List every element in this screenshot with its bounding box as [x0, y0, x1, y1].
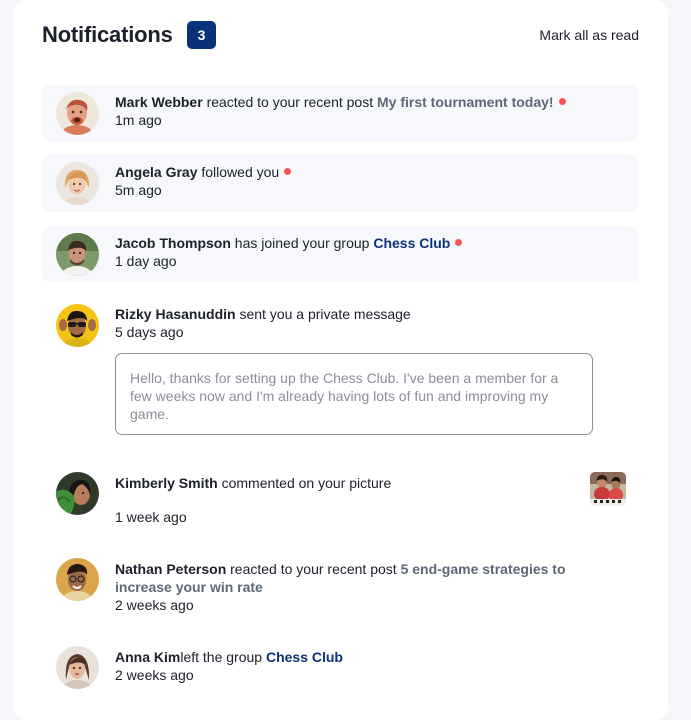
avatar[interactable] — [56, 646, 99, 689]
timestamp: 2 weeks ago — [115, 667, 194, 683]
avatar-photo — [56, 304, 99, 347]
post-link[interactable]: My first tournament today! — [377, 94, 554, 110]
user-name[interactable]: Mark Webber — [115, 94, 203, 110]
notification-body: Angela Gray followed you 5m ago — [115, 163, 292, 199]
timestamp: 1 week ago — [115, 509, 187, 525]
avatar-photo — [56, 92, 99, 135]
group-link[interactable]: Chess Club — [373, 235, 450, 251]
avatar-photo — [56, 472, 99, 515]
mark-all-read-button[interactable]: Mark all as read — [539, 20, 639, 50]
user-name[interactable]: Nathan Peterson — [115, 561, 226, 577]
unread-dot-icon — [284, 168, 292, 175]
notification-action: has joined your group — [234, 235, 370, 251]
unread-dot-icon — [455, 239, 463, 246]
notification-action: commented on your picture — [221, 475, 392, 491]
avatar-photo — [56, 233, 99, 276]
notification-body: Kimberly Smith commented on your picture… — [115, 474, 391, 526]
notification-action: reacted to your recent post — [230, 561, 397, 577]
timestamp: 1m ago — [115, 112, 162, 128]
notification-body: Mark Webber reacted to your recent post … — [115, 93, 566, 129]
user-name[interactable]: Angela Gray — [115, 164, 197, 180]
notification-body: Nathan Peterson reacted to your recent p… — [115, 560, 615, 614]
timestamp: 1 day ago — [115, 253, 177, 269]
unread-count-badge: 3 — [187, 21, 216, 49]
notification-action: followed you — [201, 164, 280, 180]
notification-body: Anna Kimleft the group Chess Club 2 week… — [115, 648, 343, 684]
avatar[interactable] — [56, 162, 99, 205]
group-link[interactable]: Chess Club — [266, 649, 343, 665]
notification-action: reacted to your recent post — [206, 94, 374, 110]
notification-item-kimberly-smith[interactable]: Kimberly Smith commented on your picture… — [42, 466, 639, 526]
notification-item-nathan-peterson[interactable]: Nathan Peterson reacted to your recent p… — [42, 552, 639, 618]
avatar[interactable] — [56, 472, 99, 515]
notification-item-anna-kim[interactable]: Anna Kimleft the group Chess Club 2 week… — [42, 640, 639, 700]
notification-item-jacob-thompson[interactable]: Jacob Thompson has joined your group Che… — [42, 227, 639, 282]
user-name[interactable]: Anna Kim — [115, 649, 180, 665]
user-name[interactable]: Rizky Hasanuddin — [115, 306, 236, 322]
avatar-photo — [56, 558, 99, 601]
user-name[interactable]: Kimberly Smith — [115, 475, 218, 491]
picture-thumbnail[interactable] — [590, 472, 626, 506]
user-name[interactable]: Jacob Thompson — [115, 235, 231, 251]
unread-dot-icon — [558, 98, 566, 105]
timestamp: 2 weeks ago — [115, 597, 194, 613]
notification-body: Jacob Thompson has joined your group Che… — [115, 234, 463, 270]
avatar[interactable] — [56, 558, 99, 601]
avatar[interactable] — [56, 92, 99, 135]
avatar-photo — [56, 646, 99, 689]
private-message-preview[interactable]: Hello, thanks for setting up the Chess C… — [115, 353, 593, 435]
avatar[interactable] — [56, 304, 99, 347]
avatar-photo — [56, 162, 99, 205]
notification-item-mark-webber[interactable]: Mark Webber reacted to your recent post … — [42, 85, 639, 141]
notification-item-angela-gray[interactable]: Angela Gray followed you 5m ago — [42, 155, 639, 212]
avatar[interactable] — [56, 233, 99, 276]
timestamp: 5m ago — [115, 182, 162, 198]
timestamp: 5 days ago — [115, 324, 184, 340]
chess-picture-image — [590, 472, 626, 506]
page-title: Notifications — [42, 22, 173, 47]
notifications-header: Notifications 3 Mark all as read — [42, 20, 639, 50]
notification-action: left the group — [180, 649, 263, 665]
notification-action: sent you a private message — [239, 306, 411, 322]
notification-body: Rizky Hasanuddin sent you a private mess… — [115, 305, 411, 341]
